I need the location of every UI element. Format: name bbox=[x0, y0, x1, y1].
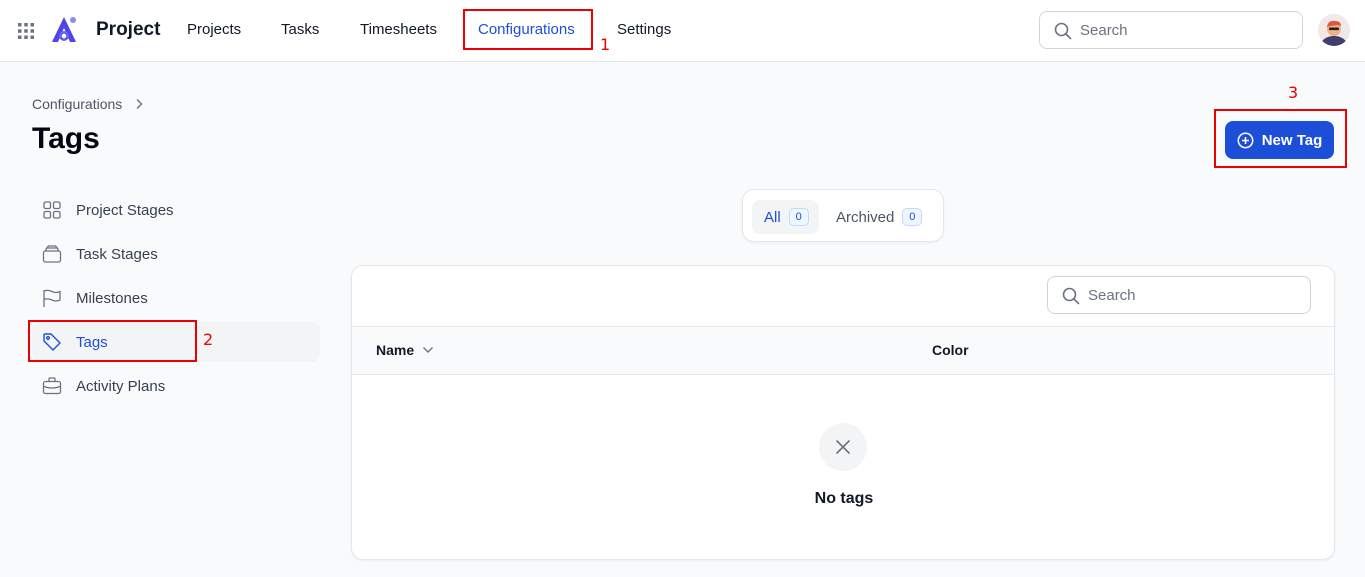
empty-state-text: No tags bbox=[814, 490, 874, 507]
empty-state-icon bbox=[819, 423, 867, 471]
column-name-label: Name bbox=[376, 342, 415, 358]
user-avatar[interactable] bbox=[1318, 14, 1350, 46]
nav-settings[interactable]: Settings bbox=[617, 21, 671, 38]
top-navbar: Project Projects Tasks Timesheets Config… bbox=[0, 0, 1365, 62]
sidebar-item-milestones[interactable]: Milestones bbox=[32, 278, 320, 318]
tab-all[interactable]: All 0 bbox=[752, 200, 819, 234]
annotation-number-3: 3 bbox=[1288, 83, 1299, 102]
column-header-color[interactable]: Color bbox=[932, 342, 969, 358]
search-icon bbox=[1062, 287, 1080, 305]
app-logo-icon[interactable] bbox=[50, 15, 78, 45]
table-search[interactable] bbox=[1047, 276, 1311, 314]
filter-tabs: All 0 Archived 0 bbox=[742, 189, 944, 242]
table-search-input[interactable] bbox=[1088, 285, 1298, 305]
stack-icon bbox=[42, 244, 62, 264]
search-icon bbox=[1054, 22, 1072, 40]
close-icon bbox=[836, 440, 850, 454]
app-title: Project bbox=[96, 19, 161, 40]
grid-icon bbox=[42, 200, 62, 220]
sidebar-item-label: Milestones bbox=[76, 289, 148, 307]
flag-icon bbox=[42, 288, 62, 308]
sidebar-item-project-stages[interactable]: Project Stages bbox=[32, 190, 320, 230]
nav-tasks[interactable]: Tasks bbox=[281, 21, 319, 38]
table-header: Name Color bbox=[352, 326, 1334, 375]
tab-all-label: All bbox=[764, 208, 781, 226]
breadcrumb-configurations[interactable]: Configurations bbox=[32, 96, 122, 112]
annotation-number-1: 1 bbox=[600, 35, 611, 54]
chevron-right-icon bbox=[136, 99, 143, 109]
annotation-box-2 bbox=[28, 320, 197, 362]
count-badge: 0 bbox=[788, 208, 809, 226]
annotation-box-1 bbox=[463, 9, 593, 50]
sidebar-item-label: Activity Plans bbox=[76, 377, 166, 395]
sidebar-item-label: Task Stages bbox=[76, 245, 158, 263]
column-color-label: Color bbox=[932, 342, 969, 358]
sidebar-item-task-stages[interactable]: Task Stages bbox=[32, 234, 320, 274]
count-badge: 0 bbox=[902, 208, 923, 226]
sidebar-item-label: Project Stages bbox=[76, 201, 174, 219]
global-search-input[interactable] bbox=[1080, 20, 1290, 40]
apps-grid-icon[interactable] bbox=[18, 23, 34, 39]
briefcase-icon bbox=[42, 376, 62, 396]
global-search[interactable] bbox=[1039, 11, 1303, 49]
tab-archived-label: Archived bbox=[836, 208, 895, 226]
tab-archived[interactable]: Archived 0 bbox=[824, 200, 932, 234]
page-title: Tags bbox=[32, 122, 100, 155]
nav-timesheets[interactable]: Timesheets bbox=[360, 21, 437, 38]
breadcrumb: Configurations bbox=[32, 96, 144, 112]
column-header-name[interactable]: Name bbox=[376, 342, 434, 358]
annotation-number-2: 2 bbox=[203, 330, 214, 349]
nav-projects[interactable]: Projects bbox=[187, 21, 241, 38]
tags-table-panel: Name Color No tags bbox=[351, 265, 1335, 560]
sidebar-item-activity-plans[interactable]: Activity Plans bbox=[32, 366, 320, 406]
annotation-box-3 bbox=[1214, 109, 1347, 168]
chevron-down-icon bbox=[423, 347, 434, 353]
